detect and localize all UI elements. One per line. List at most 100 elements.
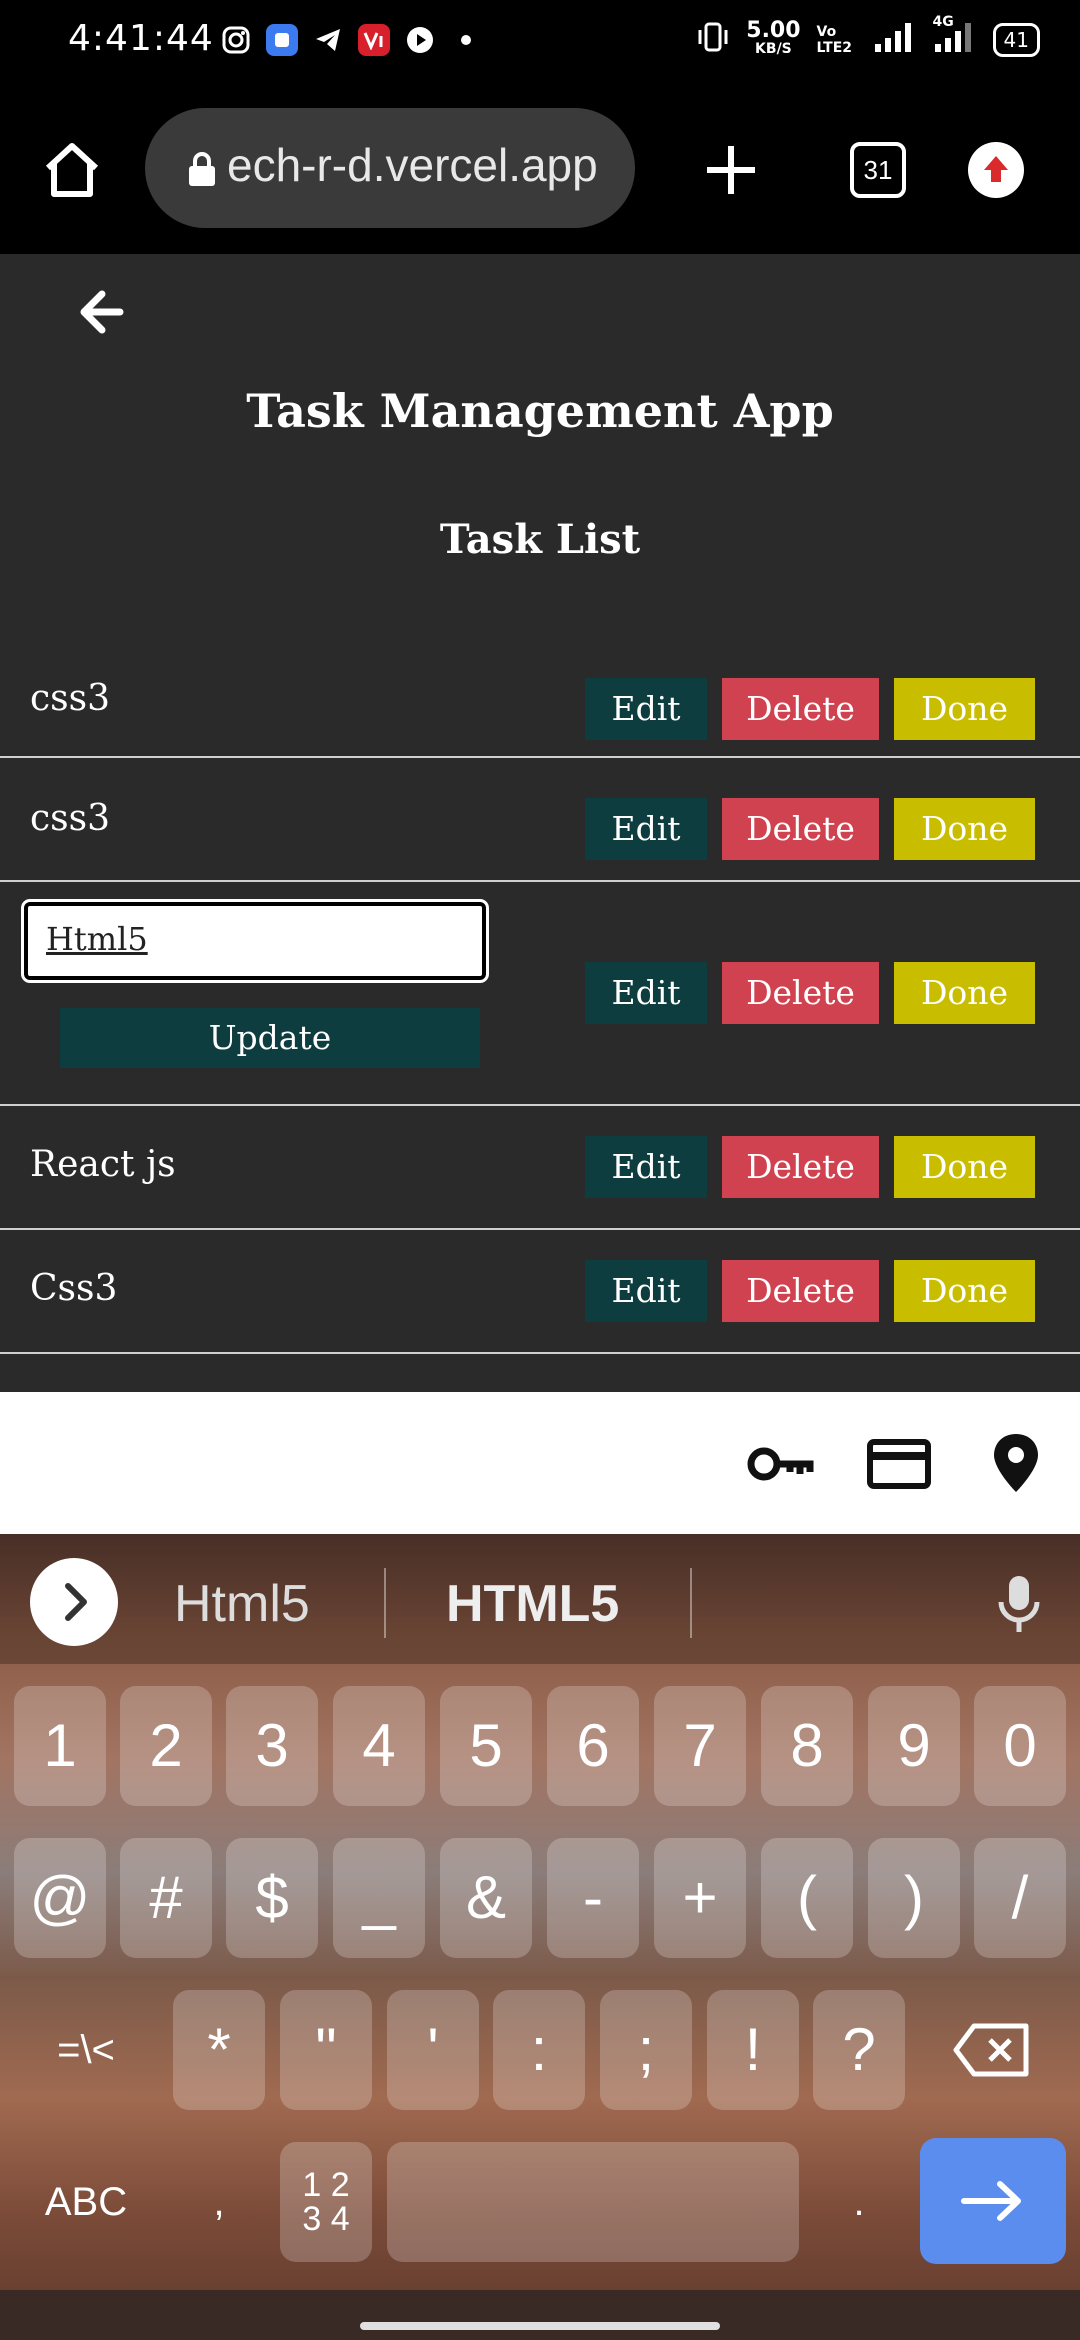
key[interactable]: ) [868,1838,960,1958]
back-button[interactable] [72,284,128,340]
key-icon[interactable] [744,1434,814,1494]
key[interactable]: * [173,1990,265,2110]
key[interactable]: 6 [547,1686,639,1806]
edit-button[interactable]: Edit [585,962,707,1024]
key[interactable]: + [654,1838,746,1958]
task-label: Css3 [30,1268,118,1309]
microphone-button[interactable] [996,1574,1042,1634]
key[interactable]: ( [761,1838,853,1958]
home-icon [45,143,99,197]
task-row: React js Edit Delete Done [0,1106,1080,1230]
done-button[interactable]: Done [894,798,1035,860]
task-row: Css3 Edit Delete Done [0,1230,1080,1354]
more-symbols-key[interactable]: =\< [14,1990,158,2110]
done-button[interactable]: Done [894,678,1035,740]
key[interactable]: @ [14,1838,106,1958]
notification-icons [220,24,482,56]
task-label: React js [30,1144,176,1185]
tab-switcher-button[interactable]: 31 [850,142,906,198]
delete-button[interactable]: Delete [722,1136,879,1198]
upload-button[interactable] [968,142,1024,198]
address-bar[interactable]: ech-r-d.vercel.app [145,108,635,228]
update-button[interactable]: Update [60,1008,480,1068]
key[interactable]: ' [387,1990,479,2110]
key[interactable]: 1 [14,1686,106,1806]
task-app: Task Management App Task List css3 Edit … [0,254,1080,1392]
delete-button[interactable]: Delete [722,678,879,740]
key[interactable]: 0 [974,1686,1066,1806]
suggestion-item[interactable]: Html5 [174,1574,310,1634]
key[interactable]: 8 [761,1686,853,1806]
task-label: css3 [30,798,111,839]
system-nav-bar [0,2290,1080,2340]
done-button[interactable]: Done [894,962,1035,1024]
numpad-key[interactable]: 1 2 3 4 [280,2142,372,2262]
home-button[interactable] [40,138,104,202]
status-time: 4:41:44 [68,18,214,59]
task-edit-value: Html5 [46,920,148,958]
edit-button[interactable]: Edit [585,678,707,740]
suggestion-item[interactable]: HTML5 [446,1574,619,1634]
network-speed: 5.00 KB/S [746,17,801,57]
key[interactable]: 7 [654,1686,746,1806]
period-key[interactable]: . [813,2142,905,2262]
key[interactable]: 4 [333,1686,425,1806]
enter-key[interactable] [920,2138,1066,2264]
key[interactable]: 5 [440,1686,532,1806]
browser-toolbar: ech-r-d.vercel.app 31 [0,86,1080,254]
key[interactable]: - [547,1838,639,1958]
backspace-icon [953,2023,1029,2077]
vibrate-icon [696,20,730,59]
abc-key[interactable]: ABC [14,2142,158,2262]
key[interactable]: 9 [868,1686,960,1806]
status-bar: 4:41:44 5.00 KB/S Vo LTE2 4G 41 [0,0,1080,86]
task-edit-input[interactable]: Html5 [21,899,489,983]
key[interactable]: # [120,1838,212,1958]
edit-button[interactable]: Edit [585,798,707,860]
key[interactable]: 2 [120,1686,212,1806]
volte-indicator: Vo LTE2 [816,23,853,56]
key[interactable]: 3 [226,1686,318,1806]
vi-icon [358,24,390,56]
url-text: ech-r-d.vercel.app [227,139,598,191]
play-icon [404,24,436,56]
new-tab-button[interactable] [703,142,759,198]
delete-button[interactable]: Delete [722,798,879,860]
delete-button[interactable]: Delete [722,962,879,1024]
delete-button[interactable]: Delete [722,1260,879,1322]
suggestion-strip: Html5 HTML5 [0,1534,1080,1664]
key[interactable]: & [440,1838,532,1958]
comma-key[interactable]: , [173,2142,265,2262]
backspace-key[interactable] [920,1990,1064,2110]
app-notification-icon [266,24,298,56]
expand-toolbar-button[interactable] [30,1558,118,1646]
key[interactable]: ; [600,1990,692,2110]
key[interactable]: ? [813,1990,905,2110]
microphone-icon [998,1576,1040,1632]
key[interactable]: _ [333,1838,425,1958]
space-bar[interactable] [387,2142,799,2262]
battery-indicator: 41 [992,22,1040,57]
task-row: css3 Edit Delete Done [0,758,1080,882]
key[interactable]: ! [707,1990,799,2110]
location-pin-icon[interactable] [986,1434,1056,1494]
key[interactable]: / [974,1838,1066,1958]
done-button[interactable]: Done [894,1136,1035,1198]
system-icons: 5.00 KB/S Vo LTE2 4G 41 [696,14,1040,59]
edit-button[interactable]: Edit [585,1136,707,1198]
key[interactable]: : [493,1990,585,2110]
task-row-editing: Html5 Update Edit Delete Done [0,882,1080,1106]
edit-button[interactable]: Edit [585,1260,707,1322]
gesture-handle[interactable] [360,2322,720,2330]
key[interactable]: $ [226,1838,318,1958]
key[interactable]: " [280,1990,372,2110]
arrow-left-icon [80,290,124,334]
credit-card-icon[interactable] [864,1434,934,1494]
done-button[interactable]: Done [894,1260,1035,1322]
task-label: css3 [30,678,111,719]
arrow-right-icon [961,2181,1021,2221]
on-screen-keyboard: Html5 HTML5 1 2 3 4 5 6 7 8 9 0 @ # $ _ … [0,1534,1080,2340]
page-title: Task Management App [246,384,834,438]
plus-icon [707,146,755,194]
upload-arrow-icon [984,156,1008,182]
